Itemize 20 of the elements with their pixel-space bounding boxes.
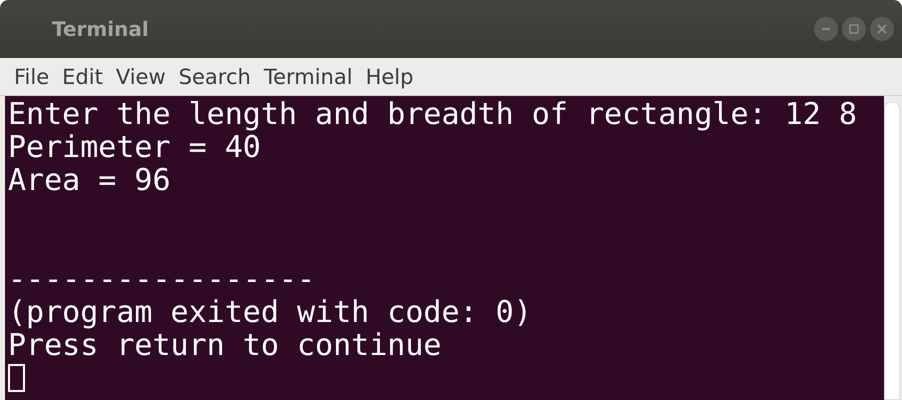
window-title: Terminal: [52, 17, 149, 41]
menu-item[interactable]: Help: [366, 64, 414, 88]
output-line: (program exited with code: 0): [8, 296, 533, 329]
maximize-button[interactable]: [842, 17, 866, 41]
menu-item[interactable]: File: [14, 64, 50, 88]
close-button[interactable]: [870, 17, 894, 41]
output-line: Press return to continue: [8, 329, 442, 362]
output-line: Perimeter = 40: [8, 131, 261, 164]
menu-item[interactable]: Edit: [62, 64, 103, 88]
separator-line: -----------------: [8, 263, 316, 296]
output-line: Enter the length and breadth of rectangle: 12 8: [8, 98, 858, 131]
menu-item[interactable]: View: [116, 64, 166, 88]
close-icon: [875, 22, 889, 36]
output-line: Area = 96: [8, 164, 172, 197]
scrollbar[interactable]: [884, 102, 900, 400]
minimize-button[interactable]: [814, 17, 838, 41]
menu-item[interactable]: Terminal: [264, 64, 353, 88]
menu-item[interactable]: Search: [178, 64, 251, 88]
text-cursor: [8, 364, 25, 392]
maximize-icon: [847, 22, 861, 36]
